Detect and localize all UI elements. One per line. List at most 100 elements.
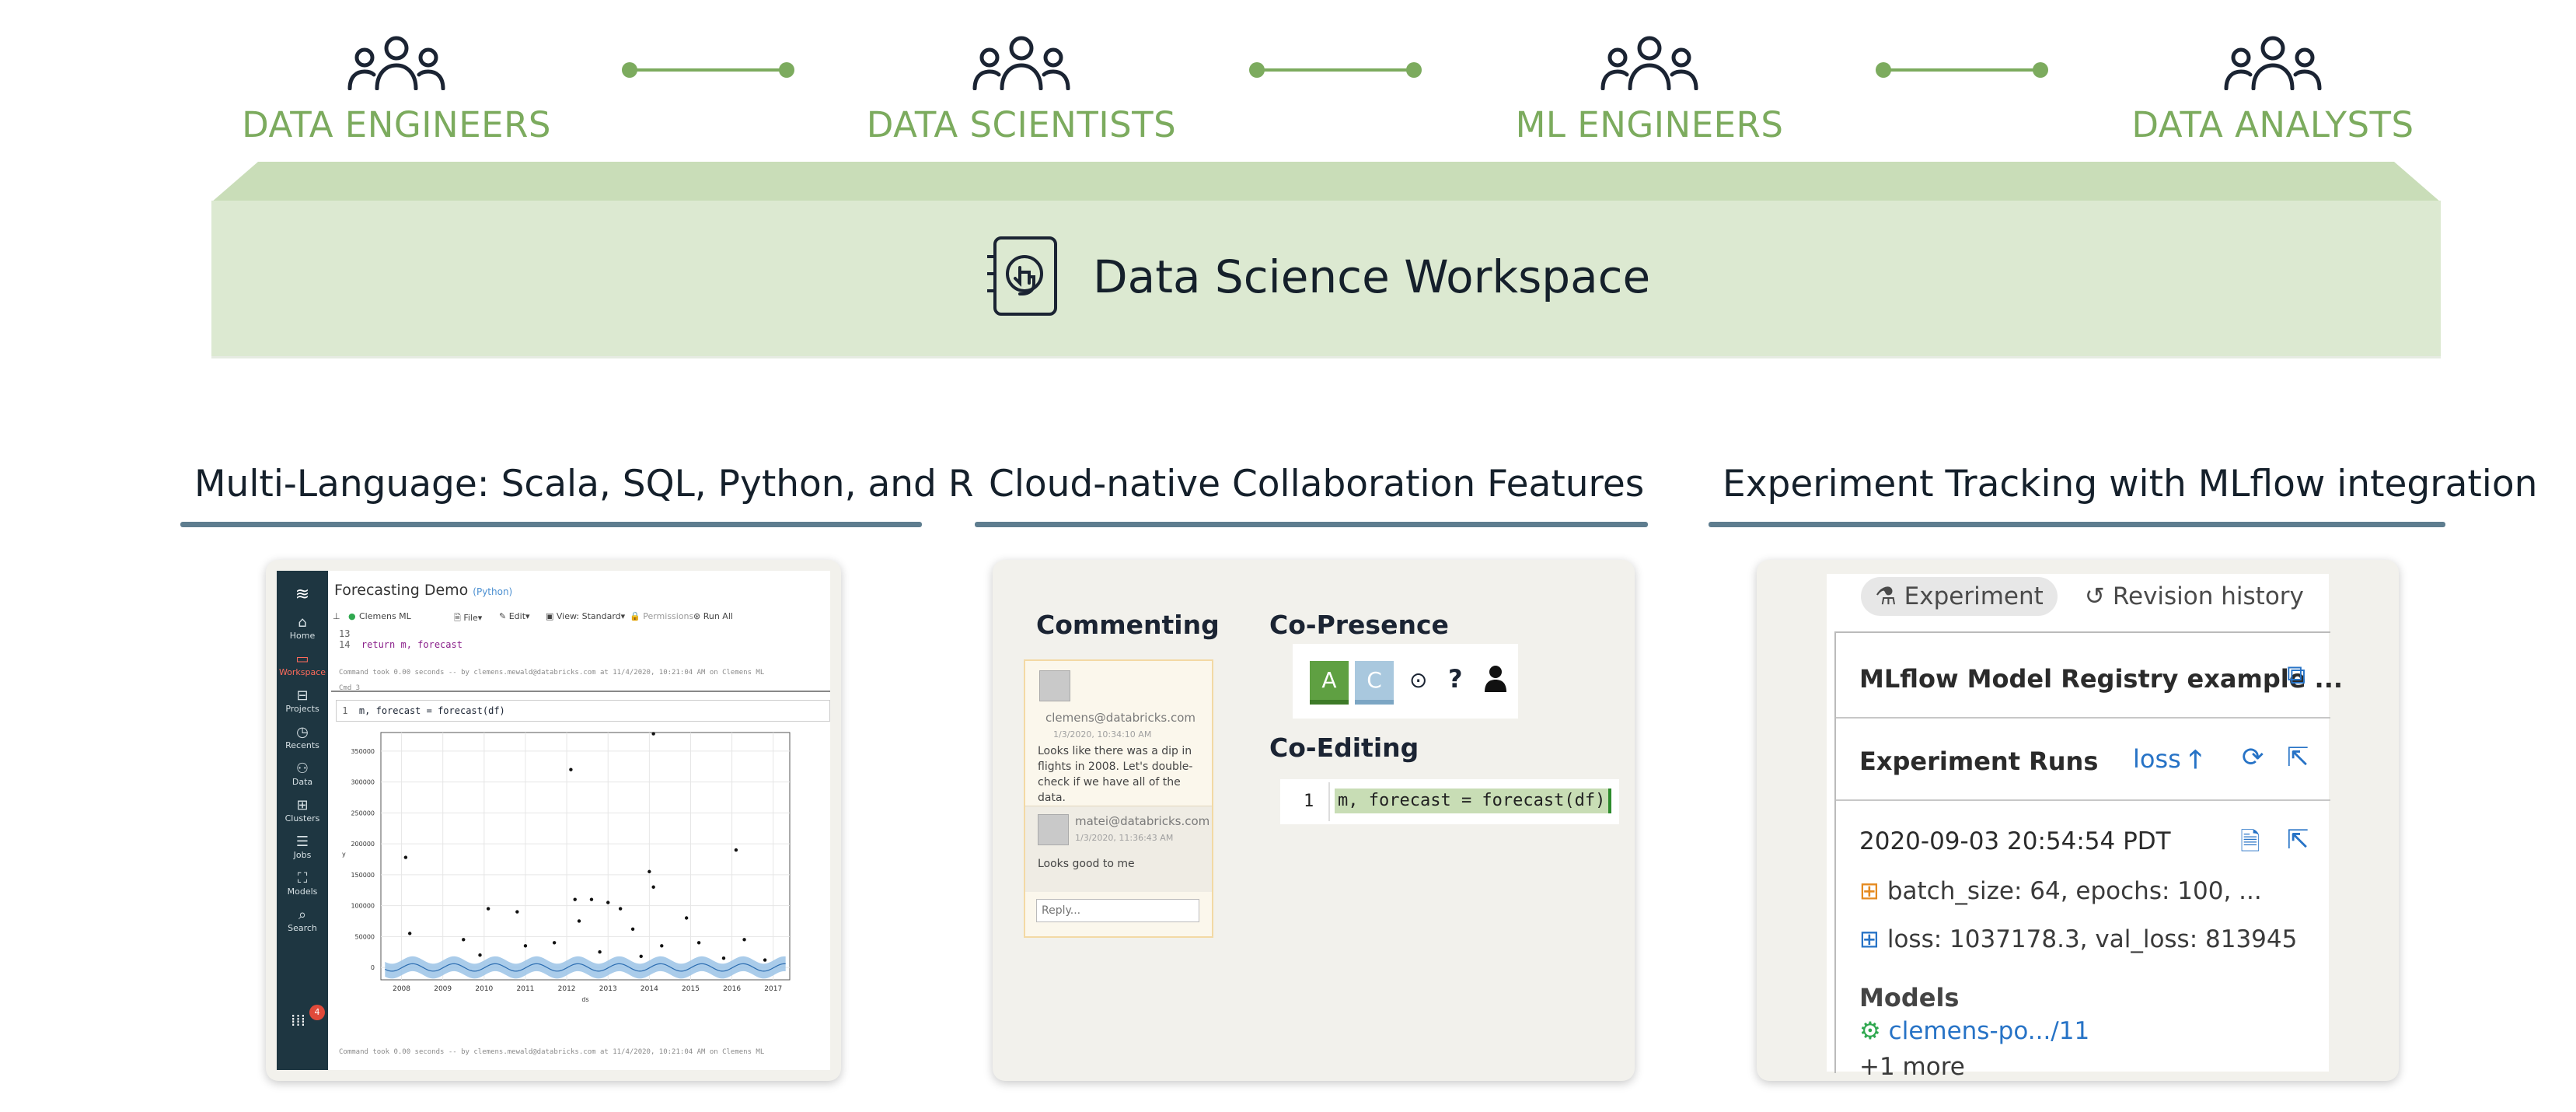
y-tick-label: 100000 (351, 903, 375, 910)
tab-revision-history[interactable]: ↺ Revision history (2071, 577, 2318, 616)
model-icon: ⚙ (1859, 1017, 1881, 1045)
history-icon[interactable]: ⊙ (1409, 667, 1427, 693)
cell-divider (331, 691, 830, 692)
data-point (630, 927, 635, 932)
divider (1836, 799, 2330, 801)
y-tick-label: 250000 (351, 810, 375, 817)
presence-avatar-c[interactable]: C (1355, 661, 1394, 705)
persona-label: DATA ENGINEERS (242, 104, 551, 145)
help-icon[interactable]: ? (1448, 664, 1463, 694)
persona-3: ML ENGINEERS (1486, 34, 1813, 145)
command-footer-1: Command took 0.00 seconds -- by clemens.… (339, 669, 765, 677)
edit-menu[interactable]: ✎ Edit▾ (499, 611, 530, 621)
external-link-icon[interactable]: ⇱ (2287, 742, 2309, 773)
model-link[interactable]: ⚙ clemens-po.../11 (1859, 1017, 2089, 1045)
sidebar-item-search[interactable]: ⌕ Search (277, 907, 328, 934)
data-point (486, 907, 490, 911)
code-cell[interactable]: 1 m, forecast = forecast(df) (336, 700, 830, 722)
more-models-link[interactable]: +1 more (1859, 1053, 1965, 1081)
section-title-multilanguage: Multi-Language: Scala, SQL, Python, and … (194, 463, 974, 505)
experiment-runs-title: Experiment Runs (1859, 747, 2099, 776)
persona-1: DATA ENGINEERS (233, 34, 560, 145)
section-rule-collaboration (975, 522, 1648, 527)
sidebar-item-home[interactable]: ⌂ Home (277, 615, 328, 642)
tab-experiment[interactable]: ⚗ Experiment (1861, 577, 2058, 616)
section-rule-mlflow (1709, 522, 2445, 527)
connector-1 (622, 62, 794, 78)
data-point (684, 916, 689, 920)
persona-2: DATA SCIENTISTS (858, 34, 1185, 145)
highlighted-code: m, forecast = forecast(df) (1335, 789, 1612, 813)
databricks-logo-icon: ≋ (295, 585, 310, 604)
sidebar-item-clusters[interactable]: ⊞ Clusters (277, 798, 328, 824)
sidebar-item-models[interactable]: ⛶ Models (277, 871, 328, 897)
x-tick-label: 2017 (764, 985, 782, 993)
y-tick-label: 300000 (351, 779, 375, 786)
run-timestamp[interactable]: 2020-09-03 20:54:54 PDT (1859, 827, 2171, 855)
flask-icon: ⚗ (1875, 582, 1897, 610)
workspace-title: Data Science Workspace (1093, 250, 1651, 303)
models-label: Models (1859, 983, 1960, 1012)
x-tick-label: 2016 (723, 985, 741, 993)
co-editing-code[interactable]: 1 m, forecast = forecast(df) (1280, 779, 1619, 824)
notebook-sidebar: ≋ ⌂ Home ▭ Workspace ⊟ Projects ◷ Recents ⚇ Data ⊞… (277, 571, 328, 1070)
tree-icon[interactable]: ⊥ (333, 611, 340, 621)
notebook-revision-icon[interactable]: 🗎 (2240, 824, 2260, 866)
sidebar-item-data[interactable]: ⚇ Data (277, 761, 328, 788)
persona-4: DATA ANALYSTS (2110, 34, 2436, 145)
copy-icon[interactable]: ⧉ (2287, 659, 2305, 691)
comment-date: 1/3/2020, 10:34:10 AM (1053, 729, 1152, 740)
sidebar-item-projects[interactable]: ⊟ Projects (277, 688, 328, 715)
data-point (598, 950, 602, 954)
data-point (742, 938, 746, 942)
y-axis-title: y (342, 851, 346, 858)
persona-label: DATA ANALYSTS (2131, 104, 2414, 145)
sidebar-clusters-icon: ⊞ (296, 797, 309, 813)
code-line-14: 14 return m, forecast (339, 639, 462, 650)
x-tick-label: 2014 (641, 985, 658, 993)
sidebar-item-recents[interactable]: ◷ Recents (277, 725, 328, 751)
commenting-title: Commenting (1036, 610, 1220, 640)
cluster-select[interactable]: Clemens ML (359, 611, 411, 621)
refresh-icon[interactable]: ⟳ (2242, 742, 2264, 773)
model-name: MLflow Model Registry example ... (1859, 664, 2343, 694)
co-presence-bar: A C ⊙ ? (1293, 644, 1518, 719)
notification-badge: 4 (309, 1005, 325, 1020)
y-tick-label: 50000 (355, 933, 375, 940)
sidebar-item-jobs[interactable]: ☰ Jobs (277, 834, 328, 861)
presence-avatar-a[interactable]: A (1310, 661, 1349, 705)
data-point (651, 732, 655, 736)
run-params[interactable]: ⊞ batch_size: 64, epochs: 100, ... (1859, 877, 2262, 905)
sidebar-data-icon: ⚇ (295, 761, 309, 777)
x-axis-title: ds (581, 996, 588, 1003)
x-tick-label: 2011 (517, 985, 535, 993)
view-menu[interactable]: ▣ View: Standard▾ (546, 611, 625, 621)
connector-2 (1249, 62, 1422, 78)
apps-grid-icon[interactable]: ⁞⁞⁞ (291, 1011, 305, 1030)
permissions-menu[interactable]: 🔒 Permissions (630, 611, 693, 621)
data-point (403, 855, 408, 859)
run-metrics[interactable]: ⊞ loss: 1037178.3, val_loss: 813945 (1859, 925, 2297, 953)
data-point (523, 944, 528, 948)
mlflow-panel: ⚗ Experiment ↺ Revision history MLflow M… (1827, 574, 2343, 1081)
user-icon[interactable] (1484, 664, 1507, 692)
x-tick-label: 2009 (434, 985, 452, 993)
comment-author: matei@databricks.com (1075, 814, 1210, 828)
reply-input[interactable] (1036, 899, 1199, 922)
persona-label: DATA SCIENTISTS (866, 104, 1177, 145)
data-point (618, 907, 623, 911)
gutter-divider (1328, 782, 1330, 821)
section-title-collaboration: Cloud-native Collaboration Features (989, 463, 1645, 505)
run-all-button[interactable]: ⊛ Run All (693, 611, 733, 621)
data-point (407, 932, 412, 935)
connector-3 (1876, 62, 2048, 78)
data-point (639, 954, 643, 958)
file-menu[interactable]: 🗎 File▾ (454, 611, 482, 626)
data-point (569, 768, 573, 771)
x-tick-label: 2010 (475, 985, 493, 993)
data-point (577, 919, 581, 923)
external-link-icon[interactable]: ⇱ (2287, 824, 2309, 855)
sort-loss-button[interactable]: loss 🡑 (2133, 742, 2202, 784)
data-point (552, 941, 557, 945)
sidebar-item-workspace[interactable]: ▭ Workspace (277, 652, 328, 678)
